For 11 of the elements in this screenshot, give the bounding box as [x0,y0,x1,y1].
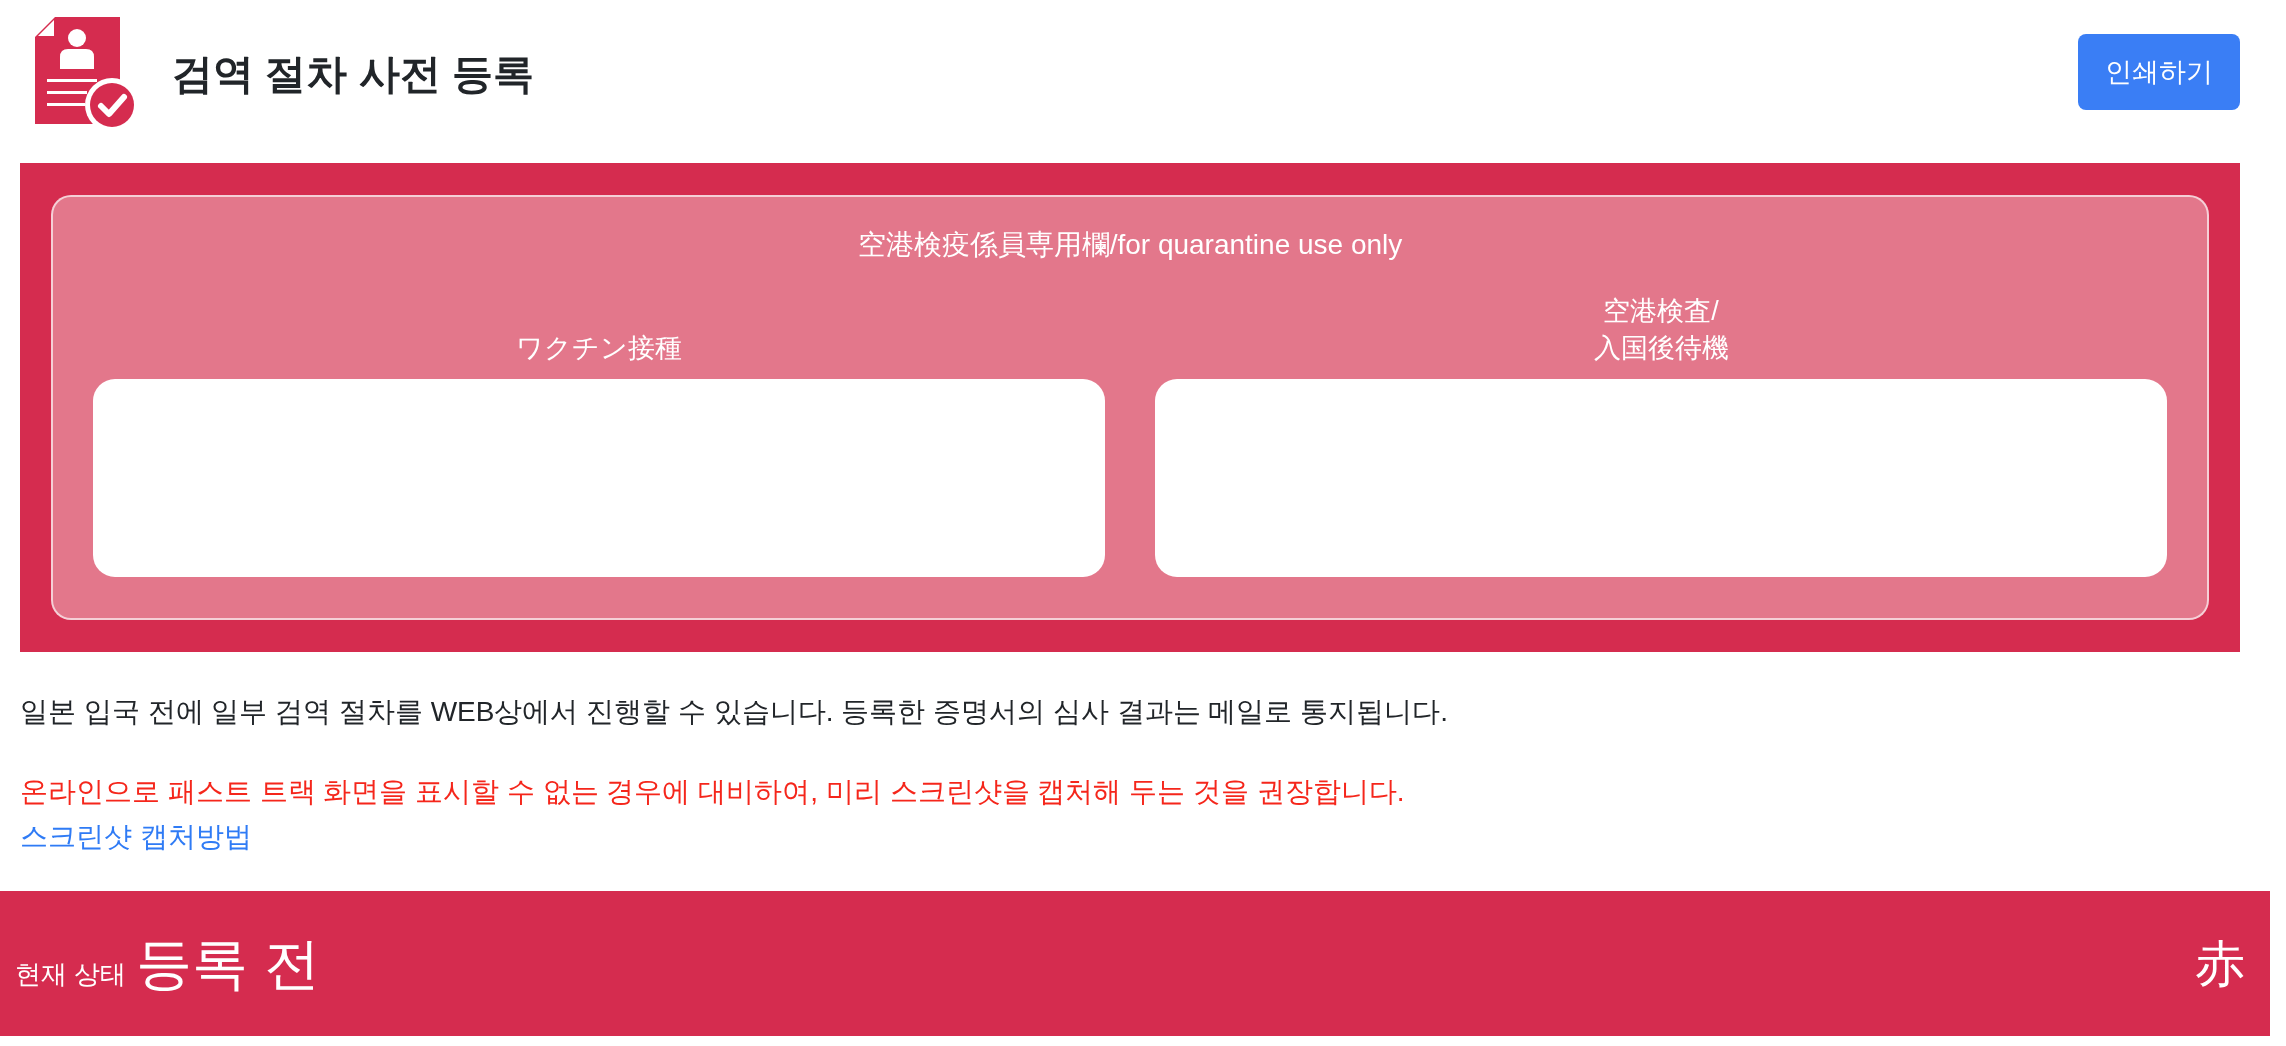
print-button[interactable]: 인쇄하기 [2078,33,2240,110]
status-label: 현재 상태 [15,958,127,991]
section-heading: 空港検疫係員専用欄/for quarantine use only [856,228,1404,262]
column-label: 空港検査/ 入国後待機 [1593,295,1729,365]
status-value: 등록 전 [136,930,320,997]
warning-text: 온라인으로 패스트 트랙 화면을 표시할 수 없는 경우에 대비하여, 미리 스크린샷을 캡처해 두는 것을 권장합니다. [20,775,1405,809]
notice-text: 일본 입국 전에 일부 검역 절차를 WEB상에서 진행할 수 있습니다. 등록한 증명서의 심사 결과는 메일로 통지됩니다. [20,695,1450,729]
capture-guide-link[interactable]: 스크린샷 캡처방법 [20,814,252,859]
page-title: 검역 절차 사전 등록 [172,49,535,99]
column-label: ワクチン接種 [516,332,682,365]
status-color-text: 赤 [2195,934,2245,994]
